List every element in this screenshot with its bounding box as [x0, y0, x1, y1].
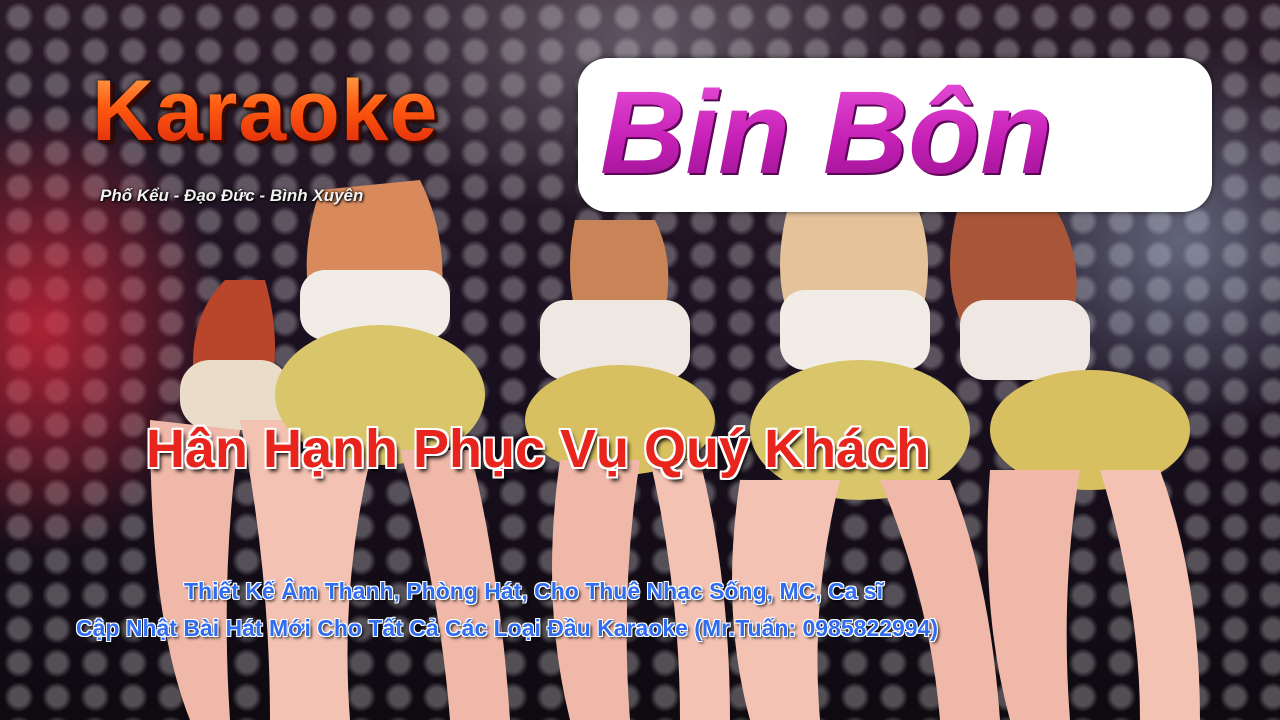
karaoke-title: Karaoke	[92, 63, 439, 159]
welcome-slogan: Hân Hạnh Phục Vụ Quý Khách	[146, 419, 930, 479]
services-line-1: Thiết Kế Âm Thanh, Phòng Hát, Cho Thuê N…	[184, 578, 883, 604]
address-text: Phố Kểu - Đạo Đức - Bình Xuyên	[100, 186, 364, 205]
brand-name-text: Bin Bôn	[600, 58, 1052, 208]
services-line-2: Cập Nhật Bài Hát Mới Cho Tất Cả Các Loại…	[76, 615, 939, 641]
